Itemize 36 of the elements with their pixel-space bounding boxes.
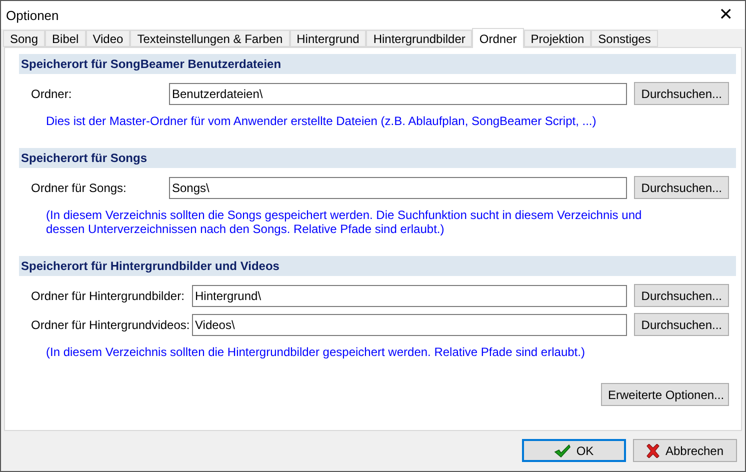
tab[interactable]: Ordner xyxy=(472,28,524,48)
section-header: Speicherort für SongBeamer Benutzerdateien xyxy=(19,54,736,74)
info-note: (In diesem Verzeichnis sollten die Hintergrundbilder gespeichert werden. Relative Pfade sind erlaubt.) xyxy=(46,345,586,359)
browse-button[interactable]: Durchsuchen... xyxy=(634,313,729,336)
folder-field[interactable]: Videos\ xyxy=(192,314,628,336)
ok-button[interactable]: OK xyxy=(522,439,626,462)
folder-field[interactable]: Songs\ xyxy=(169,176,628,198)
tab[interactable]: Hintergrundbilder xyxy=(366,30,472,47)
section-header: Speicherort für Hintergrundbilder und Videos xyxy=(19,256,736,276)
info-note: (In diesem Verzeichnis sollten die Songs gespeichert werden. Die Suchfunktion sucht in diesem Verzeichnis und dessen Unterverzeichnissen nach den Songs. Relative Pfade sind erlaubt.) xyxy=(46,208,643,236)
cancel-button[interactable]: Abbrechen xyxy=(633,439,737,462)
tab[interactable]: Video xyxy=(86,30,130,47)
advanced-options-button[interactable]: Erweiterte Optionen... xyxy=(601,383,729,406)
tab[interactable]: Hintergrund xyxy=(290,30,366,47)
window-title: Optionen xyxy=(6,8,59,22)
tab[interactable]: Projektion xyxy=(524,30,592,47)
browse-button[interactable]: Durchsuchen... xyxy=(634,82,729,105)
info-note: Dies ist der Master-Ordner für vom Anwender erstellte Dateien (z.B. Ablaufplan, SongBeamer Script, ...) xyxy=(46,114,598,128)
checkmark-icon xyxy=(554,444,572,458)
tab[interactable]: Texteinstellungen & Farben xyxy=(130,30,290,47)
field-label: Ordner: xyxy=(31,86,73,100)
cross-icon xyxy=(646,444,660,458)
folder-field[interactable]: Benutzerdateien\ xyxy=(169,82,628,104)
button-label: Abbrechen xyxy=(665,444,724,458)
section-header: Speicherort für Songs xyxy=(19,148,736,168)
field-label: Ordner für Hintergrundvideos: xyxy=(31,318,191,332)
tab[interactable]: Sonstiges xyxy=(591,30,658,47)
tab[interactable]: Bibel xyxy=(45,30,86,47)
browse-button[interactable]: Durchsuchen... xyxy=(634,284,729,307)
close-button[interactable]: ✕ xyxy=(712,5,739,25)
button-label: OK xyxy=(576,444,594,458)
browse-button[interactable]: Durchsuchen... xyxy=(634,176,729,199)
field-label: Ordner für Songs: xyxy=(31,180,128,194)
field-label: Ordner für Hintergrundbilder: xyxy=(31,288,186,302)
tab[interactable]: Song xyxy=(3,30,46,47)
folder-field[interactable]: Hintergrund\ xyxy=(192,284,628,306)
